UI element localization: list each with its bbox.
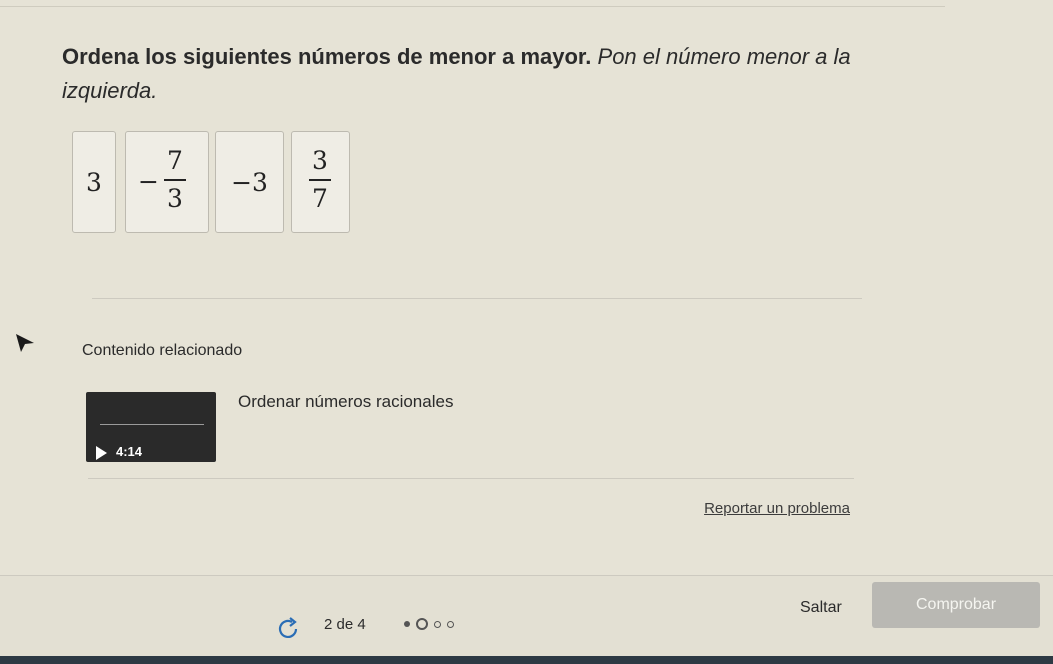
tile-3-sevenths[interactable]: 3 7 <box>291 131 350 233</box>
question-prompt: Ordena los siguientes números de menor a… <box>62 40 922 108</box>
fraction: 3 7 <box>309 146 331 214</box>
tile-3[interactable]: 3 <box>72 131 116 233</box>
denominator: 3 <box>167 184 183 213</box>
numerator: 7 <box>167 146 183 175</box>
skip-button[interactable]: Saltar <box>800 599 842 617</box>
related-content-heading: Contenido relacionado <box>82 342 243 359</box>
prompt-instruction: Ordena los siguientes números de menor a… <box>62 44 592 69</box>
video-thumbnail[interactable]: 4:14 <box>86 392 216 462</box>
progress-dot-done <box>404 621 410 627</box>
mouse-pointer-icon <box>16 334 34 352</box>
number-line-graphic <box>100 424 204 425</box>
bottom-edge <box>0 656 1053 664</box>
tile-value: −3 <box>231 168 268 197</box>
check-button[interactable]: Comprobar <box>872 582 1040 628</box>
top-divider <box>0 6 945 7</box>
progress-dot-pending <box>434 620 441 628</box>
fraction: 7 3 <box>164 146 186 214</box>
report-problem-link[interactable]: Reportar un problema <box>704 500 850 517</box>
section-divider <box>88 478 854 479</box>
tile-value: 3 <box>86 168 102 197</box>
redo-icon[interactable] <box>276 616 302 642</box>
video-duration: 4:14 <box>116 444 143 459</box>
play-icon <box>96 446 107 460</box>
video-title-link[interactable]: Ordenar números racionales <box>238 392 453 412</box>
tile-neg-7-thirds[interactable]: − 7 3 <box>125 131 209 233</box>
progress-dot-current <box>416 618 428 630</box>
fraction-bar <box>309 179 331 181</box>
progress-counter: 2 de 4 <box>324 616 366 633</box>
progress-dots <box>404 617 454 631</box>
progress-dot-pending <box>447 620 454 628</box>
denominator: 7 <box>312 184 328 213</box>
tile-neg-3[interactable]: −3 <box>215 131 284 233</box>
section-divider <box>92 298 862 299</box>
numerator: 3 <box>312 146 328 175</box>
fraction-bar <box>164 179 186 181</box>
tile-sign: − <box>138 167 159 196</box>
